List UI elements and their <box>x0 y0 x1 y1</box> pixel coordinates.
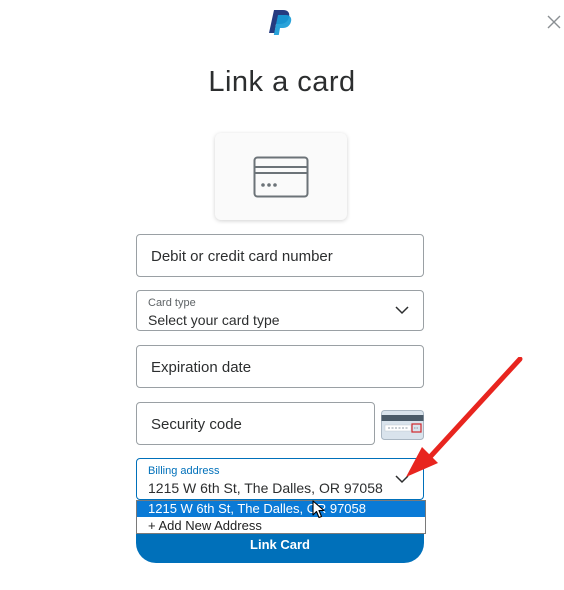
card-type-select[interactable]: Card type Select your card type <box>136 290 424 331</box>
card-type-value: Select your card type <box>148 312 280 328</box>
dropdown-option-add-address[interactable]: + Add New Address <box>137 518 425 534</box>
close-icon[interactable] <box>546 14 562 30</box>
billing-address-select[interactable]: Billing address 1215 W 6th St, The Dalle… <box>136 458 424 500</box>
billing-address-value: 1215 W 6th St, The Dalles, OR 97058 <box>148 480 383 496</box>
mouse-cursor-icon <box>312 500 325 519</box>
paypal-logo <box>269 10 292 35</box>
page-title: Link a card <box>208 66 356 98</box>
card-illustration <box>215 133 347 220</box>
security-code-placeholder: Security code <box>151 416 242 433</box>
expiration-date-placeholder: Expiration date <box>151 359 252 376</box>
card-number-placeholder: Debit or credit card number <box>151 248 333 265</box>
billing-address-label: Billing address <box>148 465 220 477</box>
card-number-field[interactable]: Debit or credit card number <box>136 234 424 277</box>
card-type-label: Card type <box>148 297 196 309</box>
credit-card-icon <box>253 156 309 197</box>
billing-address-dropdown[interactable]: 1215 W 6th St, The Dalles, OR 97058 + Ad… <box>136 500 426 534</box>
chevron-down-icon <box>395 306 409 315</box>
expiration-date-field[interactable]: Expiration date <box>136 345 424 388</box>
annotation-arrow-icon <box>406 357 523 477</box>
dropdown-option-saved-address[interactable]: 1215 W 6th St, The Dalles, OR 97058 <box>137 501 425 517</box>
security-code-field[interactable]: Security code <box>136 402 375 445</box>
